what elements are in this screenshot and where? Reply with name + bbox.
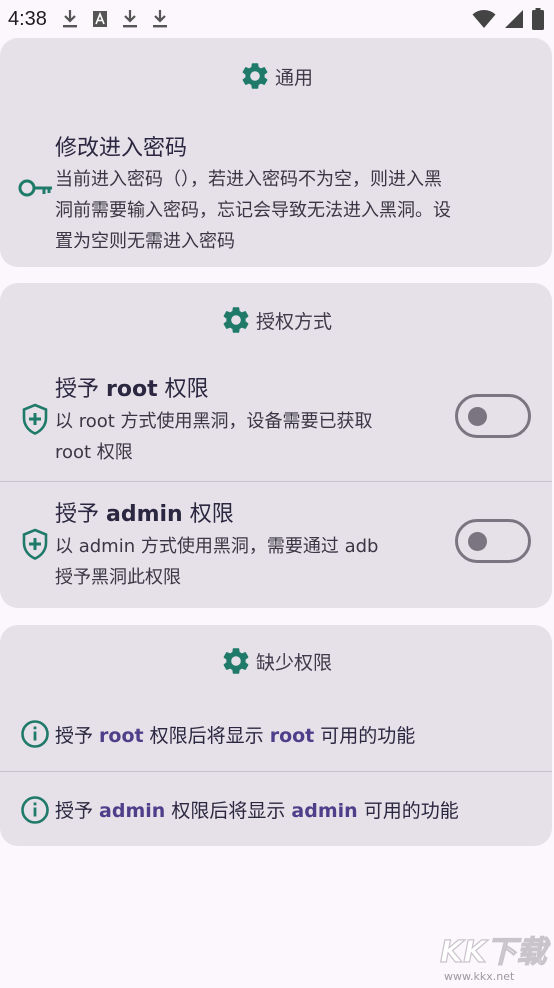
svg-text:www.kkx.net: www.kkx.net	[444, 970, 515, 983]
grant-admin-title: 授予 admin 权限	[55, 502, 234, 527]
grant-admin-desc-line2: 授予黑洞此权限	[55, 567, 181, 588]
key-icon	[18, 179, 52, 197]
info-icon	[21, 720, 49, 748]
missing-root-text: 授予 root 权限后将显示 root 可用的功能	[55, 725, 416, 747]
auth-method-section-title: 授权方式	[255, 310, 332, 333]
kkx-logo-icon: KK下载 www.kkx.net	[439, 934, 551, 983]
grant-root-desc-line2: root 权限	[55, 442, 133, 463]
missing-permission-section-header: 缺少权限	[0, 645, 552, 677]
grant-root-desc-line1: 以 root 方式使用黑洞，设备需要已获取	[55, 411, 373, 432]
info-icon	[21, 796, 49, 824]
change-password-desc-line3: 置为空则无需进入密码	[55, 231, 235, 252]
download-icon	[62, 10, 77, 28]
change-password-row[interactable]: 修改进入密码 当前进入密码（），若进入密码不为空，则进入黑 洞前需要输入密码，忘…	[0, 118, 552, 263]
root-toggle-knob	[468, 407, 487, 426]
missing-permission-section-title: 缺少权限	[255, 651, 332, 674]
admin-toggle[interactable]	[455, 519, 531, 563]
general-section-card: 通用 修改进入密码 当前进入密码（），若进入密码不为空，则进入黑 洞前需要输入密…	[0, 38, 552, 267]
shield-plus-icon	[22, 403, 48, 435]
grant-root-title: 授予 root 权限	[55, 377, 209, 402]
grant-admin-row[interactable]: 授予 admin 权限 以 admin 方式使用黑洞，需要通过 adb 授予黑洞…	[0, 482, 552, 606]
missing-permission-section-card: 缺少权限 授予 root 权限后将显示 root 可用的功能 授予 admin …	[0, 625, 552, 846]
gear-icon	[242, 63, 268, 89]
grant-admin-description: 以 admin 方式使用黑洞，需要通过 adb 授予黑洞此权限	[55, 531, 378, 593]
root-toggle[interactable]	[455, 394, 531, 438]
a-box-icon	[92, 11, 107, 27]
change-password-desc-line1: 当前进入密码（），若进入密码不为空，则进入黑	[55, 169, 442, 190]
wifi-icon	[472, 10, 496, 28]
change-password-desc-line2: 洞前需要输入密码，忘记会导致无法进入黑洞。设	[55, 200, 451, 221]
svg-text:KK下载: KK下载	[440, 935, 550, 970]
download-icon	[152, 10, 167, 28]
auth-method-section-card: 授权方式 授予 root 权限 以 root 方式使用黑洞，设备需要已获取 ro…	[0, 283, 552, 608]
change-password-title: 修改进入密码	[55, 136, 188, 161]
missing-admin-text: 授予 admin 权限后将显示 admin 可用的功能	[55, 800, 459, 822]
change-password-description: 当前进入密码（），若进入密码不为空，则进入黑 洞前需要输入密码，忘记会导致无法进…	[55, 164, 451, 257]
battery-icon	[532, 8, 544, 30]
status-time: 4:38	[8, 7, 47, 30]
missing-admin-row: 授予 admin 权限后将显示 admin 可用的功能	[0, 772, 552, 846]
admin-toggle-knob	[468, 532, 487, 551]
general-section-title: 通用	[274, 66, 313, 89]
watermark-logo: KK下载 www.kkx.net	[438, 930, 552, 984]
download-icon	[122, 10, 137, 28]
grant-root-row[interactable]: 授予 root 权限 以 root 方式使用黑洞，设备需要已获取 root 权限	[0, 359, 552, 481]
grant-root-description: 以 root 方式使用黑洞，设备需要已获取 root 权限	[55, 406, 373, 468]
missing-root-row: 授予 root 权限后将显示 root 可用的功能	[0, 697, 552, 771]
shield-plus-icon	[22, 528, 48, 560]
auth-method-section-header: 授权方式	[0, 304, 552, 336]
grant-admin-desc-line1: 以 admin 方式使用黑洞，需要通过 adb	[55, 536, 379, 557]
status-left: 4:38	[8, 8, 169, 31]
gear-icon	[223, 648, 249, 674]
general-section-header: 通用	[0, 60, 552, 92]
signal-icon	[505, 10, 523, 28]
gear-icon	[223, 307, 249, 333]
status-bar: 4:38	[0, 0, 554, 38]
notification-icons	[61, 9, 169, 29]
status-right	[472, 8, 544, 30]
